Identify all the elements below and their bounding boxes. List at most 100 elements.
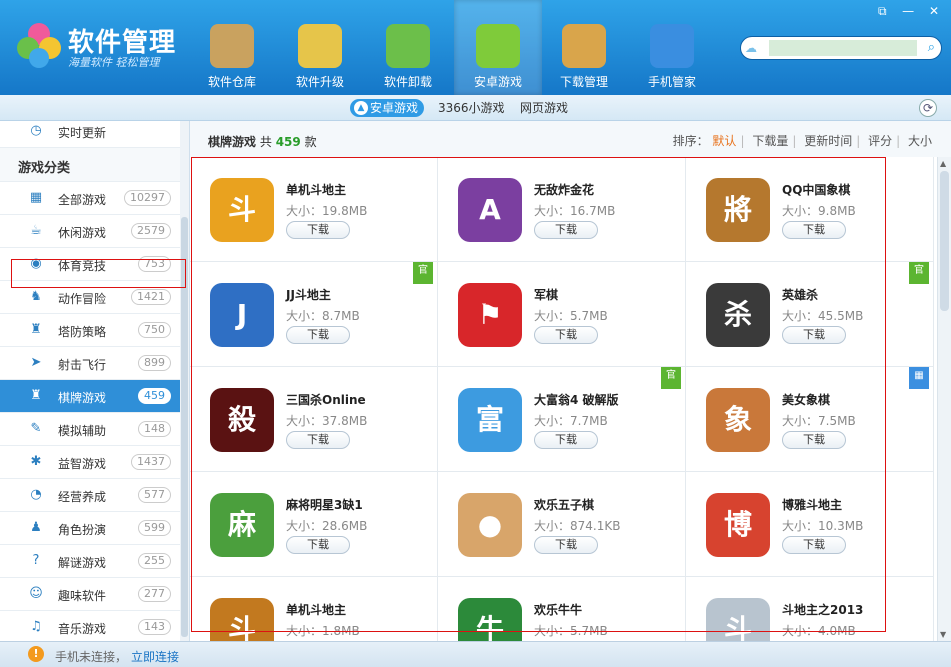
download-button[interactable]: 下载 [286,326,350,344]
minimize-button[interactable]: — [897,2,919,20]
app-icon[interactable]: 殺 [210,388,274,452]
sort-size[interactable]: 大小 [908,134,932,148]
sidebar-item-realtime-update[interactable]: ◷ 实时更新 [0,121,181,148]
sidebar-item-8[interactable]: ✱ 益智游戏 1437 [0,446,181,479]
app-name[interactable]: JJ斗地主 [286,286,331,303]
sidebar-item-13[interactable]: ♫ 音乐游戏 143 [0,611,181,641]
app-icon[interactable]: 斗 [706,598,770,641]
sidebar-item-9[interactable]: ◔ 经营养成 577 [0,479,181,512]
sort-update-time[interactable]: 更新时间 [804,134,852,148]
app-name[interactable]: 英雄杀 [782,286,818,303]
app-icon[interactable]: ⚑ [458,283,522,347]
app-name[interactable]: 单机斗地主 [286,601,346,618]
app-card[interactable]: 象美女象棋 大小：7.5MB 下载 ▦ [686,367,934,472]
app-card[interactable]: 斗单机斗地主 大小：19.8MB 下载 [190,157,438,262]
nav-button-0[interactable]: 软件仓库 [188,0,276,95]
sidebar-item-5[interactable]: ➤ 射击飞行 899 [0,347,181,380]
download-button[interactable]: 下载 [286,221,350,239]
close-button[interactable]: ✕ [923,2,945,20]
sidebar-item-4[interactable]: ♜ 塔防策略 750 [0,314,181,347]
app-name[interactable]: 斗地主之2013 [782,601,863,618]
app-card[interactable]: 富大富翁4 破解版 大小：7.7MB 下载 官 [438,367,686,472]
sidebar-scroll-thumb[interactable] [181,217,188,637]
download-button[interactable]: 下载 [286,431,350,449]
app-name[interactable]: 欢乐牛牛 [534,601,582,618]
app-name[interactable]: 无敌炸金花 [534,181,594,198]
sort-rating[interactable]: 评分 [868,134,892,148]
app-icon[interactable]: ● [458,493,522,557]
download-button[interactable]: 下载 [534,431,598,449]
sidebar-item-10[interactable]: ♟ 角色扮演 599 [0,512,181,545]
sidebar-scrollbar[interactable] [180,121,189,641]
nav-button-2[interactable]: 软件卸载 [364,0,452,95]
sidebar-item-12[interactable]: ☺ 趣味软件 277 [0,578,181,611]
nav-button-3[interactable]: 安卓游戏 [454,0,542,95]
app-icon[interactable]: J [210,283,274,347]
tab-3366-games[interactable]: 3366小游戏 [438,99,505,117]
download-button[interactable]: 下载 [286,536,350,554]
app-card[interactable]: 將 QQ中国象棋 大小：9.8MB 下载 [686,157,934,262]
sidebar-item-6[interactable]: ♜ 棋牌游戏 459 [0,380,181,413]
app-icon[interactable]: 富 [458,388,522,452]
app-icon[interactable]: 象 [706,388,770,452]
app-name[interactable]: 欢乐五子棋 [534,496,594,513]
app-name[interactable]: 大富翁4 破解版 [534,391,619,408]
app-card[interactable]: 斗斗地主之2013大小：4.0MB下载 [686,577,934,641]
app-card[interactable]: 斗单机斗地主大小：1.8MB下载 [190,577,438,641]
app-icon[interactable]: 將 [706,178,770,242]
search-input[interactable] [769,40,917,56]
sidebar-item-1[interactable]: ☕ 休闲游戏 2579 [0,215,181,248]
sidebar-item-7[interactable]: ✎ 模拟辅助 148 [0,413,181,446]
app-card[interactable]: 牛欢乐牛牛大小：5.7MB下载 [438,577,686,641]
download-button[interactable]: 下载 [782,536,846,554]
app-name[interactable]: 博雅斗地主 [782,496,842,513]
app-icon[interactable]: 麻 [210,493,274,557]
app-icon[interactable]: 牛 [458,598,522,641]
app-icon[interactable]: 杀 [706,283,770,347]
search-icon[interactable]: ⌕ [928,40,935,55]
download-button[interactable]: 下载 [534,221,598,239]
scroll-up-icon[interactable]: ▲ [940,159,946,168]
tab-web-games[interactable]: 网页游戏 [520,99,568,117]
refresh-icon[interactable]: ⟳ [919,99,937,117]
cloud-icon: ☁ [745,41,757,55]
app-icon[interactable]: 斗 [210,598,274,641]
tab-android-games[interactable]: ▲ 安卓游戏 [350,99,425,117]
nav-button-1[interactable]: 软件升级 [276,0,364,95]
app-name[interactable]: 单机斗地主 [286,181,346,198]
restore-button[interactable]: ⧉ [871,2,893,20]
app-name[interactable]: QQ中国象棋 [782,181,850,198]
scroll-down-icon[interactable]: ▼ [940,630,946,639]
sort-downloads[interactable]: 下载量 [752,134,788,148]
download-button[interactable]: 下载 [782,221,846,239]
app-card[interactable]: ⚑ 军棋 大小：5.7MB 下载 [438,262,686,367]
grid-scrollbar[interactable]: ▲ ▼ [937,157,951,641]
download-button[interactable]: 下载 [534,536,598,554]
sidebar-item-11[interactable]: ? 解谜游戏 255 [0,545,181,578]
download-button[interactable]: 下载 [782,326,846,344]
app-card[interactable]: 麻麻将明星3缺1 大小：28.6MB 下载 [190,472,438,577]
app-card[interactable]: 殺三国杀Online 大小：37.8MB 下载 [190,367,438,472]
download-button[interactable]: 下载 [782,431,846,449]
sidebar-item-3[interactable]: ♞ 动作冒险 1421 [0,281,181,314]
app-name[interactable]: 三国杀Online [286,391,366,408]
app-card[interactable]: ● 欢乐五子棋 大小：874.1KB 下载 [438,472,686,577]
sidebar-item-0[interactable]: ▦ 全部游戏 10297 [0,182,181,215]
app-card[interactable]: 杀英雄杀 大小：45.5MB 下载 官 [686,262,934,367]
sidebar-item-2[interactable]: ◉ 体育竞技 753 [0,248,181,281]
app-card[interactable]: J JJ斗地主 大小：8.7MB 下载 官 [190,262,438,367]
app-card[interactable]: A 无敌炸金花 大小：16.7MB 下载 [438,157,686,262]
connect-now-link[interactable]: 立即连接 [131,648,179,665]
sort-default[interactable]: 默认 [712,134,736,148]
grid-scroll-thumb[interactable] [940,171,949,311]
app-icon[interactable]: A [458,178,522,242]
app-icon[interactable]: 斗 [210,178,274,242]
download-button[interactable]: 下载 [534,326,598,344]
app-card[interactable]: 博博雅斗地主 大小：10.3MB 下载 [686,472,934,577]
nav-button-4[interactable]: 下载管理 [540,0,628,95]
app-icon[interactable]: 博 [706,493,770,557]
nav-button-5[interactable]: 手机管家 [628,0,716,95]
app-name[interactable]: 军棋 [534,286,558,303]
app-name[interactable]: 麻将明星3缺1 [286,496,363,513]
app-name[interactable]: 美女象棋 [782,391,830,408]
